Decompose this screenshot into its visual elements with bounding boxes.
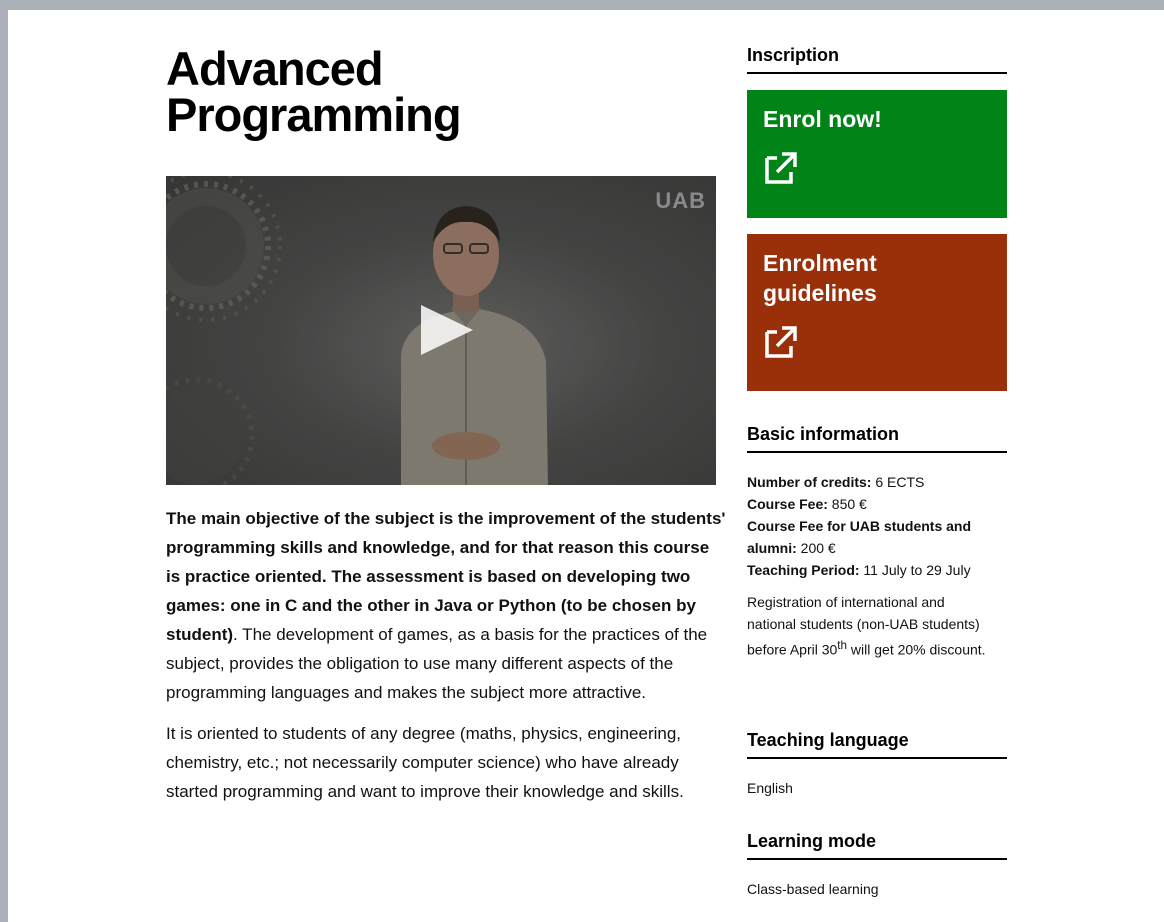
- guidelines-label-line-2: guidelines: [763, 280, 877, 306]
- period-value: 11 July to 29 July: [859, 562, 971, 578]
- external-link-icon: [765, 152, 797, 184]
- page-title: Advanced Programming: [166, 45, 726, 141]
- guidelines-label-line-1: Enrolment: [763, 250, 877, 276]
- title-line-2: Programming: [166, 88, 462, 141]
- learning-mode-heading: Learning mode: [747, 830, 1007, 860]
- external-link-icon: [765, 326, 797, 358]
- discount-text-end: will get 20% discount.: [847, 641, 986, 658]
- enrolment-guidelines-label: Enrolment guidelines: [763, 248, 991, 308]
- fee-label: Course Fee:: [747, 496, 828, 512]
- fee-uab-value: 200 €: [796, 540, 836, 556]
- credits-label: Number of credits:: [747, 474, 872, 490]
- fee-value: 850 €: [827, 496, 867, 512]
- enrolment-guidelines-button[interactable]: Enrolment guidelines: [747, 234, 1007, 391]
- play-icon[interactable]: [419, 303, 475, 357]
- course-fee: Course Fee: 850 €: [747, 493, 1007, 515]
- teaching-language-value: English: [747, 780, 793, 796]
- description-paragraph-1: The main objective of the subject is the…: [166, 504, 726, 707]
- teaching-period: Teaching Period: 11 July to 29 July: [747, 559, 1007, 581]
- basic-information-details: Number of credits: 6 ECTS Course Fee: 85…: [747, 471, 1007, 661]
- description-regular-text: . The development of games, as a basis f…: [166, 625, 708, 702]
- course-fee-uab: Course Fee for UAB students and alumni: …: [747, 515, 1007, 559]
- enrol-now-label: Enrol now!: [763, 106, 882, 132]
- learning-mode-value: Class-based learning: [747, 881, 879, 897]
- teaching-language-heading: Teaching language: [747, 729, 1007, 759]
- description-bold-text: The main objective of the subject is the…: [166, 509, 726, 644]
- discount-superscript: th: [837, 639, 848, 652]
- credits-value: 6 ECTS: [871, 474, 925, 490]
- uab-logo: UAB: [655, 188, 706, 213]
- main-content: Advanced Programming UAB The main object…: [166, 10, 726, 801]
- fee-uab-label: Course Fee for UAB students and alumni:: [747, 518, 972, 556]
- number-of-credits: Number of credits: 6 ECTS: [747, 471, 1007, 493]
- page: Advanced Programming UAB The main object…: [8, 10, 1164, 922]
- discount-notice: Registration of international and nation…: [747, 591, 987, 661]
- course-description: The main objective of the subject is the…: [166, 504, 726, 818]
- description-paragraph-2: It is oriented to students of any degree…: [166, 724, 684, 801]
- inscription-heading: Inscription: [747, 44, 1007, 74]
- period-label: Teaching Period:: [747, 562, 860, 578]
- course-video-player[interactable]: UAB: [166, 176, 716, 485]
- basic-information-heading: Basic information: [747, 423, 1007, 453]
- enrol-now-button[interactable]: Enrol now!: [747, 90, 1007, 218]
